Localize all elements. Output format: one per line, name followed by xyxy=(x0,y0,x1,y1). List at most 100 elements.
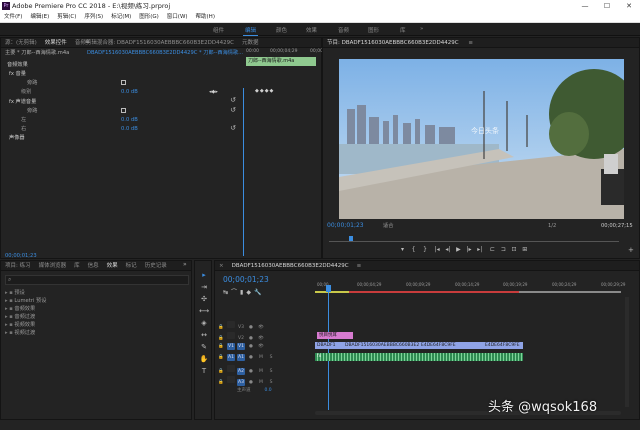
track-select-tool-icon[interactable]: ⇥ xyxy=(198,283,210,291)
video-clip[interactable]: DBADF1 xyxy=(315,342,343,349)
mini-timeline[interactable]: 00:00 00;00;04;29 00;00 刀郎--西海情歌.m4a xyxy=(244,49,323,69)
step-back-icon[interactable]: ◂| xyxy=(445,246,450,253)
tab-media-browser[interactable]: 媒体浏览器 xyxy=(35,263,71,269)
solo-button[interactable]: S xyxy=(267,368,275,375)
workspace-effects[interactable]: 效果 xyxy=(306,26,317,34)
lock-icon[interactable]: 🔒 xyxy=(217,354,225,361)
eye-icon[interactable]: 👁 xyxy=(257,343,265,350)
go-to-in-icon[interactable]: |◂ xyxy=(435,246,440,253)
panel-menu-icon[interactable]: ≡ xyxy=(353,263,366,269)
button-editor-icon[interactable]: ⊞ xyxy=(522,246,527,253)
tab-audio-clip-mixer[interactable]: 音频剪辑混合器: DBADF1516030AEBBBC660B3E2DD4429… xyxy=(71,40,238,46)
menu-marker[interactable]: 标记(M) xyxy=(107,12,135,23)
minimize-button[interactable]: — xyxy=(574,0,596,12)
workspace-assembly[interactable]: 组件 xyxy=(213,26,224,34)
fit-dropdown[interactable]: 适合 xyxy=(383,222,393,230)
extract-icon[interactable]: ⊐ xyxy=(501,246,506,253)
sync-lock-icon[interactable]: ● xyxy=(247,343,255,350)
selection-tool-icon[interactable]: ▸ xyxy=(198,271,210,279)
sync-lock-icon[interactable]: ● xyxy=(247,354,255,361)
tab-metadata[interactable]: 元数据 xyxy=(238,40,263,46)
effects-search-input[interactable]: ⌕ xyxy=(5,275,189,285)
tab-source[interactable]: 源：(无剪辑) xyxy=(1,40,41,46)
menu-window[interactable]: 窗口(W) xyxy=(163,12,192,23)
export-frame-icon[interactable]: ⊡ xyxy=(512,246,517,253)
tree-item-audio-transitions[interactable]: ▸ ▪ 音频过渡 xyxy=(5,313,189,321)
slide-tool-icon[interactable]: ↔ xyxy=(198,331,210,339)
source-patch[interactable] xyxy=(227,365,235,372)
lock-icon[interactable]: 🔒 xyxy=(217,368,225,375)
workspace-more-button[interactable]: » xyxy=(420,26,423,32)
tab-libraries[interactable]: 库 xyxy=(70,263,84,269)
workspace-color[interactable]: 颜色 xyxy=(276,26,287,34)
keyframes-level[interactable]: ◆◆◆◆ xyxy=(255,88,274,94)
bypass2-checkbox[interactable] xyxy=(121,108,126,113)
timeline-vertical-scrollbar[interactable] xyxy=(625,297,629,407)
panner-effect[interactable]: 声像器 xyxy=(9,134,25,142)
sync-lock-icon[interactable]: ● xyxy=(247,379,255,386)
panel-menu-icon[interactable]: ≡ xyxy=(464,40,477,46)
close-window-button[interactable]: ✕ xyxy=(618,0,640,12)
video-frame[interactable]: 今日头条 xyxy=(339,59,624,219)
program-timecode[interactable]: 00;00;01;23 xyxy=(327,222,364,230)
mark-in-icon[interactable]: { xyxy=(412,246,416,253)
source-patch[interactable] xyxy=(227,376,235,383)
menu-help[interactable]: 帮助(H) xyxy=(192,12,219,23)
menu-sequence[interactable]: 序列(S) xyxy=(80,12,107,23)
tab-program[interactable]: 节目: DBADF1516030AEBBBC660B3E2DD4429C xyxy=(323,40,463,46)
mute-button[interactable]: M xyxy=(257,354,265,361)
menu-file[interactable]: 文件(F) xyxy=(0,12,26,23)
timeline-settings-icons[interactable]: ↹⌒▮◆🔧 xyxy=(223,287,264,296)
panel-menu-icon[interactable]: ≡ xyxy=(85,38,90,45)
slip-tool-icon[interactable]: ◈ xyxy=(198,319,210,327)
tab-project[interactable]: 项目: 练习 xyxy=(1,263,35,269)
video-clip[interactable]: E4DE64F8C9FE xyxy=(419,342,483,349)
type-tool-icon[interactable]: T xyxy=(198,367,210,375)
sync-lock-icon[interactable]: ● xyxy=(247,335,255,342)
level-keyframe-nav-icon[interactable]: ◂◆▸ xyxy=(209,88,218,96)
tab-history[interactable]: 历史记录 xyxy=(141,263,171,269)
add-button-icon[interactable]: + xyxy=(628,246,634,254)
menu-clip[interactable]: 剪辑(C) xyxy=(53,12,80,23)
timeline-close-icon[interactable]: × xyxy=(215,263,228,269)
tree-item-video-effects[interactable]: ▸ ▪ 视频效果 xyxy=(5,321,189,329)
workspace-graphics[interactable]: 图形 xyxy=(368,26,379,34)
tabs-overflow-button[interactable]: » xyxy=(183,261,187,268)
mini-clip[interactable]: 刀郎--西海情歌.m4a xyxy=(246,57,316,66)
lock-icon[interactable]: 🔒 xyxy=(217,343,225,350)
add-marker-icon[interactable]: ▾ xyxy=(401,246,404,253)
master-clip-path[interactable]: 主要 * 刀郎--西海情歌.m4a xyxy=(5,49,69,57)
source-patch[interactable] xyxy=(227,332,235,339)
lock-icon[interactable]: 🔒 xyxy=(217,324,225,331)
timeline-timecode[interactable]: 00;00;01;23 xyxy=(223,275,269,284)
bypass-checkbox[interactable] xyxy=(121,80,126,85)
sync-lock-icon[interactable]: ● xyxy=(247,324,255,331)
step-forward-icon[interactable]: |▸ xyxy=(467,246,472,253)
workspace-editing[interactable]: 编辑 xyxy=(242,26,259,36)
razor-tool-icon[interactable]: ⟷ xyxy=(198,307,210,315)
reset-icon[interactable]: ↺ xyxy=(227,106,239,114)
monitor-scrub-bar[interactable] xyxy=(329,241,619,242)
video-clip[interactable]: E4DE64F8C9FE xyxy=(483,342,523,349)
left-channel-value[interactable]: 0.0 dB xyxy=(121,116,138,124)
tab-info[interactable]: 信息 xyxy=(84,263,103,269)
reset-icon[interactable]: ↺ xyxy=(227,124,239,132)
source-patch[interactable]: A1 xyxy=(227,354,235,361)
workspace-libraries[interactable]: 库 xyxy=(400,26,406,34)
tab-effects[interactable]: 效果 xyxy=(103,263,122,269)
go-to-out-icon[interactable]: ▸| xyxy=(477,246,482,253)
source-patch[interactable] xyxy=(227,321,235,328)
workspace-audio[interactable]: 音频 xyxy=(338,26,349,34)
maximize-button[interactable]: ☐ xyxy=(596,0,618,12)
play-icon[interactable]: ▶ xyxy=(456,246,461,253)
tree-item-audio-effects[interactable]: ▸ ▪ 音频效果 xyxy=(5,305,189,313)
tree-item-presets[interactable]: ▸ ▪ 预设 xyxy=(5,289,189,297)
timeline-ruler[interactable]: 00;00 00;00;04;29 00;00;09;29 00;00;14;2… xyxy=(315,275,625,297)
mute-button[interactable]: M xyxy=(257,368,265,375)
menu-graphics[interactable]: 图形(G) xyxy=(135,12,163,23)
menu-edit[interactable]: 编辑(E) xyxy=(26,12,53,23)
lock-icon[interactable]: 🔒 xyxy=(217,379,225,386)
tab-effect-controls[interactable]: 效果控件 xyxy=(41,40,71,46)
sync-lock-icon[interactable]: ● xyxy=(247,368,255,375)
eye-icon[interactable]: 👁 xyxy=(257,335,265,342)
